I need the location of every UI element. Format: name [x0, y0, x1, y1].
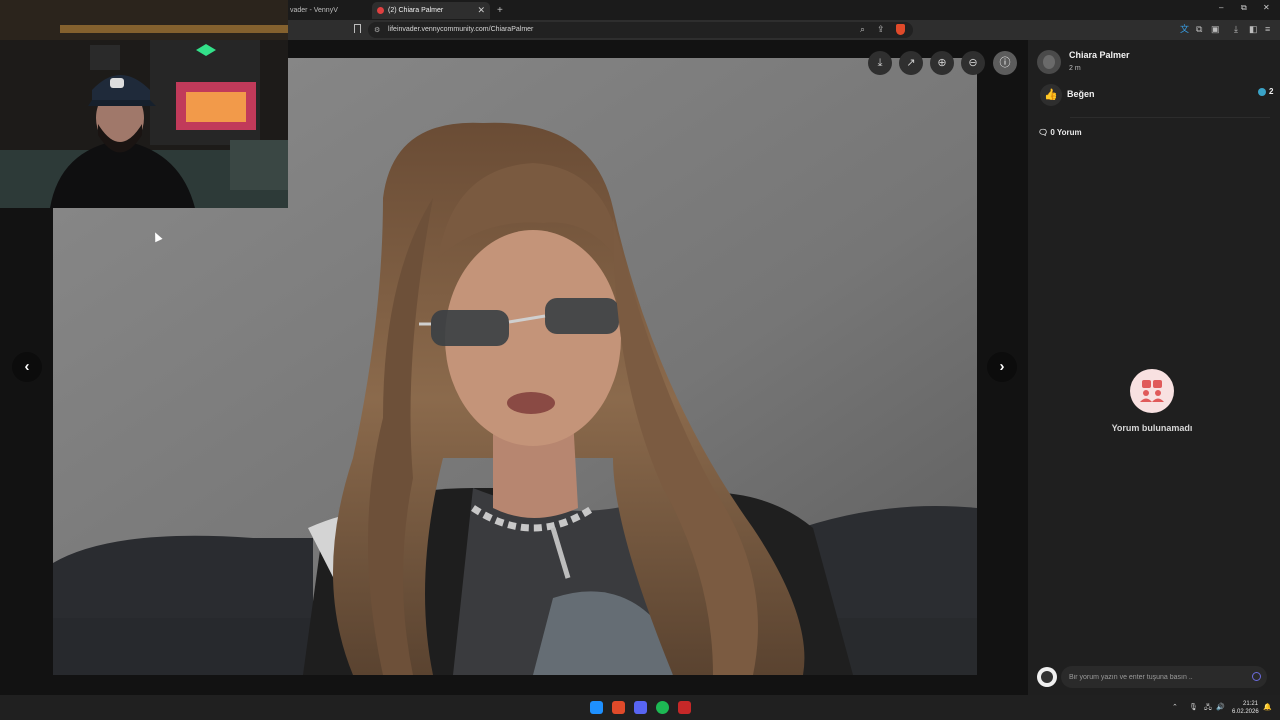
- wallet-icon[interactable]: ▣: [1211, 24, 1220, 35]
- post-time: 2 m: [1069, 65, 1081, 72]
- tab-title: (2) Chiara Palmer: [388, 7, 444, 14]
- comments-icon: 🗨: [1038, 128, 1049, 137]
- tab-close-icon[interactable]: ✕: [477, 2, 485, 19]
- maximize-button[interactable]: ⧉: [1241, 3, 1247, 13]
- extensions-icon[interactable]: ⧉: [1196, 24, 1202, 35]
- like-button[interactable]: Beğen: [1067, 89, 1095, 99]
- zoom-icon[interactable]: ⌕: [860, 24, 865, 35]
- url-text[interactable]: lifeinvader.vennycommunity.com/ChiaraPal…: [388, 25, 533, 35]
- webcam-overlay: [0, 0, 288, 208]
- author-avatar[interactable]: [1037, 50, 1061, 74]
- microphone-icon[interactable]: 🎙: [1189, 703, 1198, 711]
- tab-title: vader - VennyV: [290, 7, 338, 14]
- system-clock[interactable]: 21:21 6.02.2026: [1232, 700, 1259, 716]
- zoom-in-icon[interactable]: ⊕: [930, 51, 954, 75]
- site-favicon-icon: [377, 7, 384, 14]
- app-taskbar-icon[interactable]: [678, 701, 691, 714]
- clock-time: 21:21: [1242, 701, 1258, 707]
- post-sidebar: [1028, 40, 1280, 695]
- divider: [1070, 117, 1270, 118]
- brave-taskbar-icon[interactable]: [612, 701, 625, 714]
- discord-taskbar-icon[interactable]: [634, 701, 647, 714]
- spotify-taskbar-icon[interactable]: [656, 701, 669, 714]
- brave-shield-icon[interactable]: [896, 24, 905, 35]
- open-external-icon[interactable]: ↗: [899, 51, 923, 75]
- bookmark-icon[interactable]: [354, 24, 361, 33]
- translate-icon[interactable]: 文: [1180, 24, 1189, 35]
- like-count[interactable]: 2: [1269, 87, 1273, 96]
- download-icon[interactable]: ⤓: [868, 51, 892, 75]
- comments-count: 🗨 0 Yorum: [1038, 128, 1082, 137]
- sidebar-toggle-icon[interactable]: ◧: [1249, 24, 1258, 35]
- webcam-illustration: [0, 0, 288, 208]
- tab-vennyv[interactable]: vader - VennyV: [288, 2, 370, 19]
- no-comments-illustration: [1140, 380, 1164, 402]
- close-window-button[interactable]: ✕: [1263, 3, 1270, 12]
- info-icon[interactable]: ⓘ: [993, 51, 1017, 75]
- current-user-avatar[interactable]: [1037, 667, 1057, 687]
- site-info-icon[interactable]: ⚙: [374, 26, 380, 34]
- like-count-icon: [1258, 88, 1266, 96]
- like-icon[interactable]: 👍: [1040, 84, 1062, 106]
- notifications-icon[interactable]: 🔔: [1263, 703, 1272, 711]
- emoji-icon[interactable]: [1252, 672, 1261, 681]
- comment-input[interactable]: [1061, 666, 1267, 688]
- downloads-icon[interactable]: ⤓: [1234, 24, 1238, 35]
- empty-state-text: Yorum bulunamadı: [1111, 423, 1193, 433]
- share-icon[interactable]: ⇪: [877, 24, 885, 35]
- network-icon[interactable]: 🖧: [1204, 703, 1212, 714]
- clock-date: 6.02.2026: [1232, 709, 1259, 715]
- no-comments-icon: [1130, 369, 1174, 413]
- author-name[interactable]: Chiara Palmer: [1069, 50, 1130, 60]
- tray-chevron-icon[interactable]: ⌃: [1172, 703, 1178, 711]
- tab-chiara-palmer[interactable]: (2) Chiara Palmer ✕: [372, 2, 490, 19]
- menu-icon[interactable]: ≡: [1265, 24, 1270, 35]
- new-tab-button[interactable]: +: [497, 2, 503, 19]
- previous-image-button[interactable]: ‹: [12, 352, 42, 382]
- start-button-icon[interactable]: [590, 701, 603, 714]
- minimize-button[interactable]: –: [1219, 3, 1223, 12]
- volume-icon[interactable]: 🔊: [1216, 703, 1225, 711]
- next-image-button[interactable]: ›: [987, 352, 1017, 382]
- comments-title: 0 Yorum: [1050, 128, 1082, 137]
- zoom-out-icon[interactable]: ⊖: [961, 51, 985, 75]
